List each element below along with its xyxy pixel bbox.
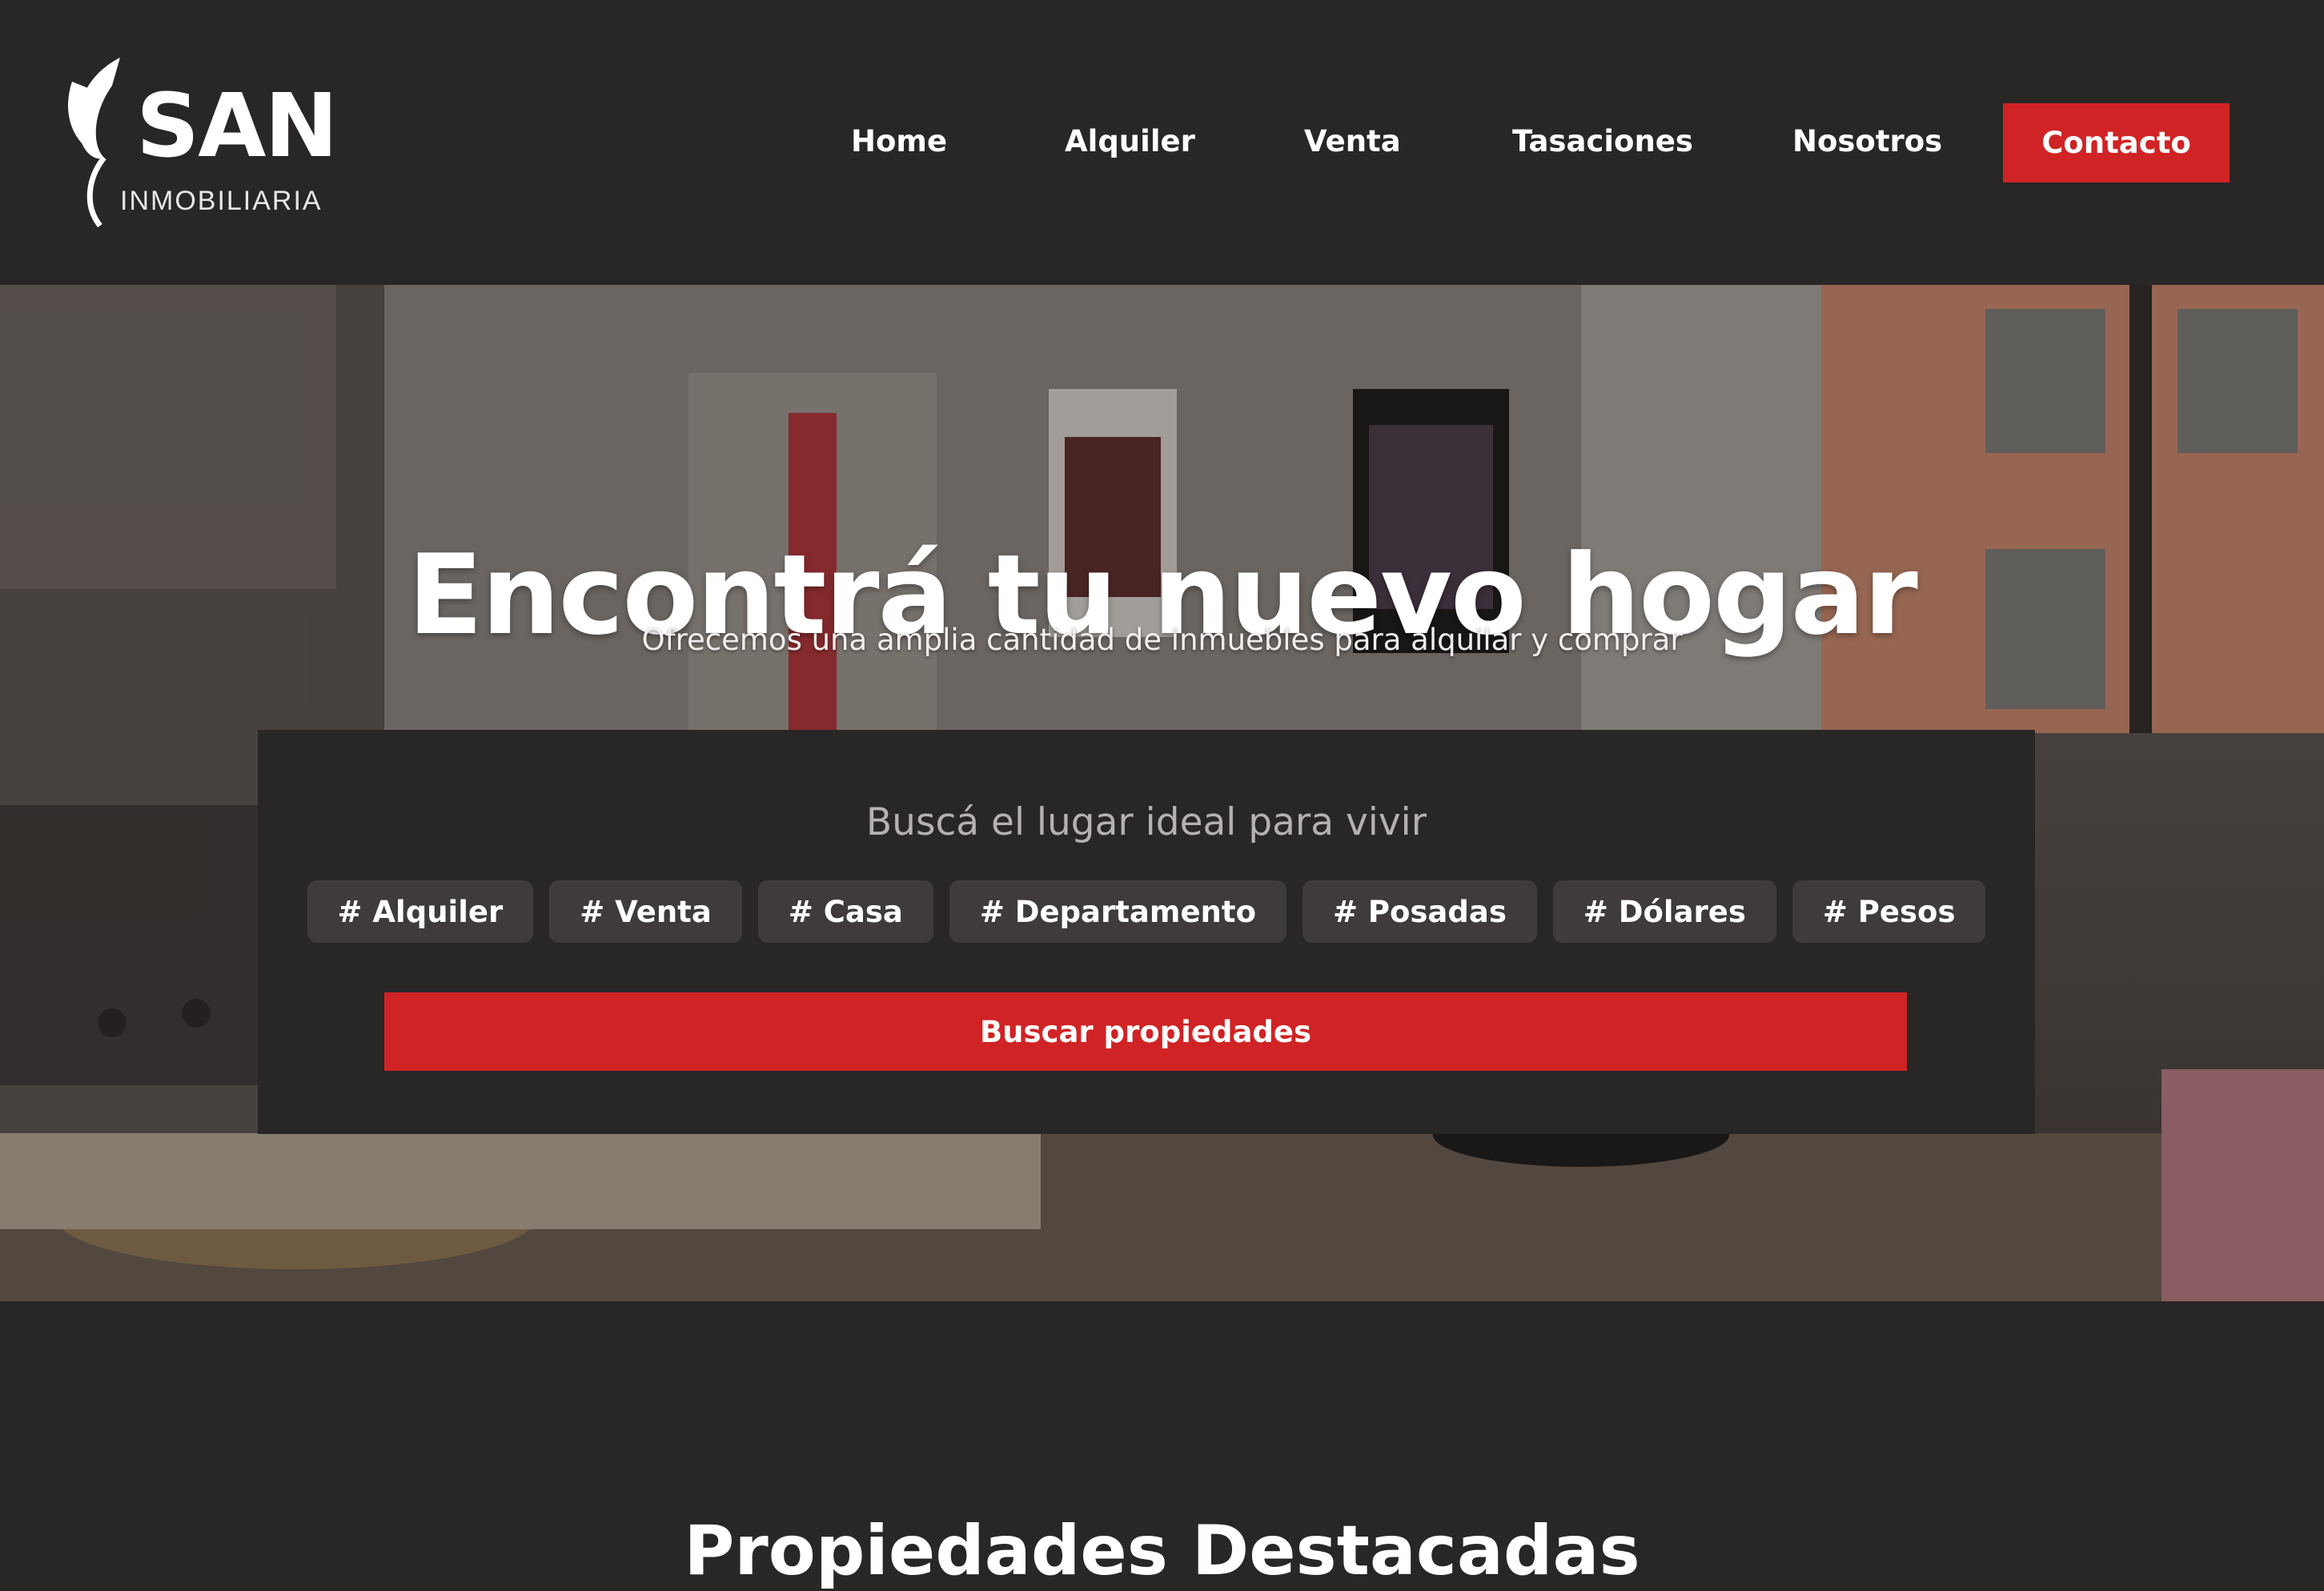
- nav-tasaciones[interactable]: Tasaciones: [1512, 124, 1693, 158]
- tag-posadas[interactable]: # Posadas: [1302, 880, 1537, 943]
- site-header: SAN INMOBILIARIA Home Alquiler Venta Tas…: [0, 0, 2324, 285]
- tag-departamento[interactable]: # Departamento: [949, 880, 1286, 943]
- tag-pesos[interactable]: # Pesos: [1792, 880, 1986, 943]
- tag-venta[interactable]: # Venta: [549, 880, 742, 943]
- search-properties-button[interactable]: Buscar propiedades: [384, 992, 1907, 1071]
- brand-name: SAN: [136, 74, 338, 177]
- hero-section: Encontrá tu nuevo hogar Ofrecemos una am…: [0, 285, 2324, 1301]
- search-panel-title: Buscá el lugar ideal para vivir: [865, 800, 1427, 844]
- nav-venta[interactable]: Venta: [1304, 124, 1401, 158]
- tag-dolares[interactable]: # Dólares: [1552, 880, 1776, 943]
- nav-alquiler[interactable]: Alquiler: [1065, 124, 1195, 158]
- brand-logo[interactable]: SAN INMOBILIARIA: [56, 50, 338, 234]
- tag-alquiler[interactable]: # Alquiler: [307, 880, 534, 943]
- contact-button[interactable]: Contacto: [2003, 103, 2230, 182]
- brand-subtitle: INMOBILIARIA: [120, 186, 323, 216]
- search-tag-list: # Alquiler # Venta # Casa # Departamento…: [258, 880, 2035, 943]
- tag-casa[interactable]: # Casa: [757, 880, 933, 943]
- hero-subtitle: Ofrecemos una amplia cantidad de inmuebl…: [641, 623, 1683, 657]
- nav-nosotros[interactable]: Nosotros: [1792, 124, 1942, 158]
- search-panel: Buscá el lugar ideal para vivir # Alquil…: [258, 730, 2035, 1134]
- featured-section-title: Propiedades Destacadas: [684, 1511, 1640, 1591]
- nav-home[interactable]: Home: [851, 124, 947, 158]
